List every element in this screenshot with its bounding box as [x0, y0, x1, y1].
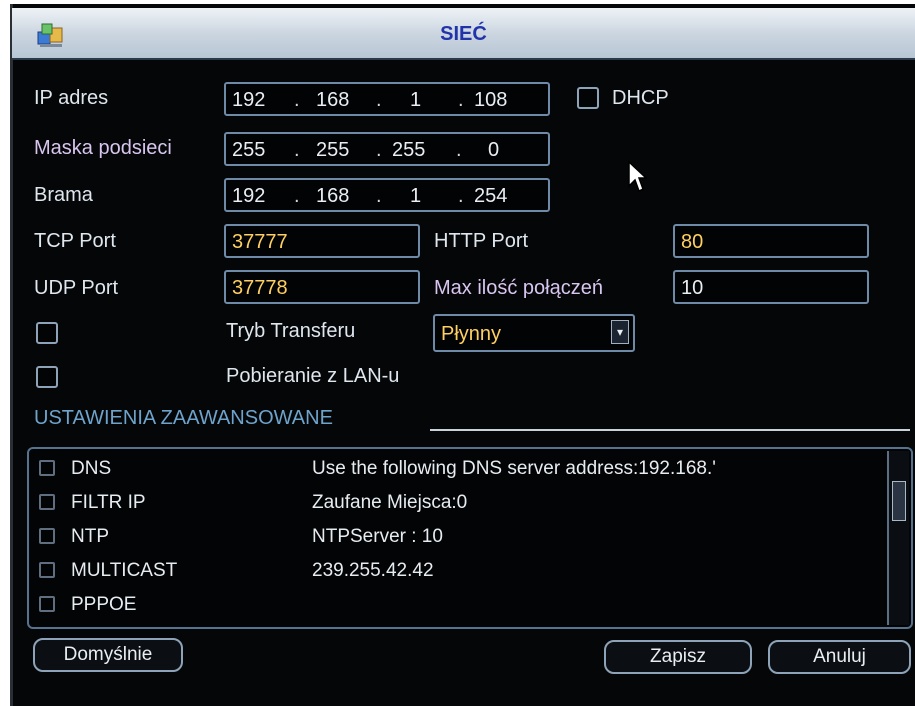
max-connections-label: Max ilość połączeń: [434, 277, 603, 299]
tcp-port-label: TCP Port: [34, 230, 116, 252]
title-bar: SIEĆ: [12, 8, 915, 60]
udp-port-label: UDP Port: [34, 277, 119, 299]
ip-dot: .: [376, 89, 382, 111]
list-item-ntp[interactable]: NTP NTPServer : 10: [39, 523, 879, 551]
advanced-settings-list[interactable]: DNS Use the following DNS server address…: [27, 447, 913, 629]
row-name: NTP: [71, 526, 109, 547]
max-connections-value: 10: [681, 277, 704, 299]
row-value: Use the following DNS server address:192…: [312, 458, 716, 479]
gateway-octet-3[interactable]: 1: [410, 184, 421, 208]
tcp-port-value: 37777: [232, 231, 288, 253]
ntp-checkbox[interactable]: [39, 528, 55, 544]
gateway-octet-2[interactable]: 168: [316, 184, 349, 208]
mask-dot: .: [456, 139, 462, 161]
list-scrollbar[interactable]: [887, 451, 909, 625]
lan-download-checkbox[interactable]: [36, 366, 58, 388]
gateway-dot: .: [294, 185, 300, 207]
subnet-mask-field[interactable]: 255 . 255 . 255 . 0: [224, 132, 550, 166]
list-item-dns[interactable]: DNS Use the following DNS server address…: [39, 455, 879, 483]
gateway-octet-4[interactable]: 254: [474, 184, 507, 208]
mask-dot: .: [376, 139, 382, 161]
row-name: DNS: [71, 458, 112, 479]
cancel-button[interactable]: Anuluj: [768, 640, 911, 674]
row-name: PPPOE: [71, 594, 137, 615]
ip-octet-3[interactable]: 1: [410, 88, 421, 112]
dns-checkbox[interactable]: [39, 460, 55, 476]
max-connections-field[interactable]: 10: [673, 270, 869, 304]
ip-octet-1[interactable]: 192: [232, 88, 265, 112]
ip-address-label: IP adres: [34, 87, 109, 109]
row-value: NTPServer : 10: [312, 526, 443, 547]
transfer-mode-label: Tryb Transferu: [226, 320, 356, 342]
udp-port-value: 37778: [232, 277, 288, 299]
ip-octet-2[interactable]: 168: [316, 88, 349, 112]
mouse-pointer-icon: [628, 160, 647, 193]
tcp-port-field[interactable]: 37777: [224, 224, 420, 258]
row-value: 239.255.42.42: [312, 560, 434, 581]
row-name: FILTR IP: [71, 492, 146, 513]
gateway-label: Brama: [34, 184, 93, 206]
subnet-mask-label: Maska podsieci: [34, 137, 172, 159]
save-button[interactable]: Zapisz: [604, 640, 752, 674]
mask-octet-4[interactable]: 0: [488, 138, 499, 162]
gateway-dot: .: [376, 185, 382, 207]
row-value: Zaufane Miejsca:0: [312, 492, 468, 513]
window-title: SIEĆ: [440, 23, 487, 45]
advanced-settings-heading: USTAWIENIA ZAAWANSOWANE: [34, 407, 333, 429]
mask-dot: .: [294, 139, 300, 161]
mask-octet-2[interactable]: 255: [316, 138, 349, 162]
http-port-value: 80: [681, 231, 704, 253]
gateway-field[interactable]: 192 . 168 . 1 . 254: [224, 178, 550, 212]
http-port-label: HTTP Port: [434, 230, 529, 252]
transfer-mode-dropdown[interactable]: Płynny ▾: [433, 314, 635, 352]
pppoe-checkbox[interactable]: [39, 596, 55, 612]
ip-octet-4[interactable]: 108: [474, 88, 507, 112]
section-divider: [430, 429, 910, 431]
udp-port-field[interactable]: 37778: [224, 270, 420, 304]
dhcp-label: DHCP: [612, 87, 669, 109]
row-name: MULTICAST: [71, 560, 178, 581]
mask-octet-1[interactable]: 255: [232, 138, 265, 162]
ip-dot: .: [458, 89, 464, 111]
http-port-field[interactable]: 80: [673, 224, 869, 258]
list-item-pppoe[interactable]: PPPOE: [39, 591, 879, 619]
ip-filter-checkbox[interactable]: [39, 494, 55, 510]
transfer-mode-checkbox[interactable]: [36, 322, 58, 344]
ip-address-field[interactable]: 192 . 168 . 1 . 108: [224, 82, 550, 116]
list-item-ip-filter[interactable]: FILTR IP Zaufane Miejsca:0: [39, 489, 879, 517]
scrollbar-thumb[interactable]: [892, 481, 906, 521]
default-button[interactable]: Domyślnie: [33, 638, 183, 672]
lan-download-label: Pobieranie z LAN-u: [226, 365, 400, 387]
ip-dot: .: [294, 89, 300, 111]
gateway-dot: .: [458, 185, 464, 207]
transfer-mode-value: Płynny: [441, 323, 502, 345]
dhcp-checkbox[interactable]: [577, 87, 599, 109]
mask-octet-3[interactable]: 255: [392, 138, 425, 162]
chevron-down-icon[interactable]: ▾: [611, 320, 629, 344]
list-item-multicast[interactable]: MULTICAST 239.255.42.42: [39, 557, 879, 585]
gateway-octet-1[interactable]: 192: [232, 184, 265, 208]
multicast-checkbox[interactable]: [39, 562, 55, 578]
